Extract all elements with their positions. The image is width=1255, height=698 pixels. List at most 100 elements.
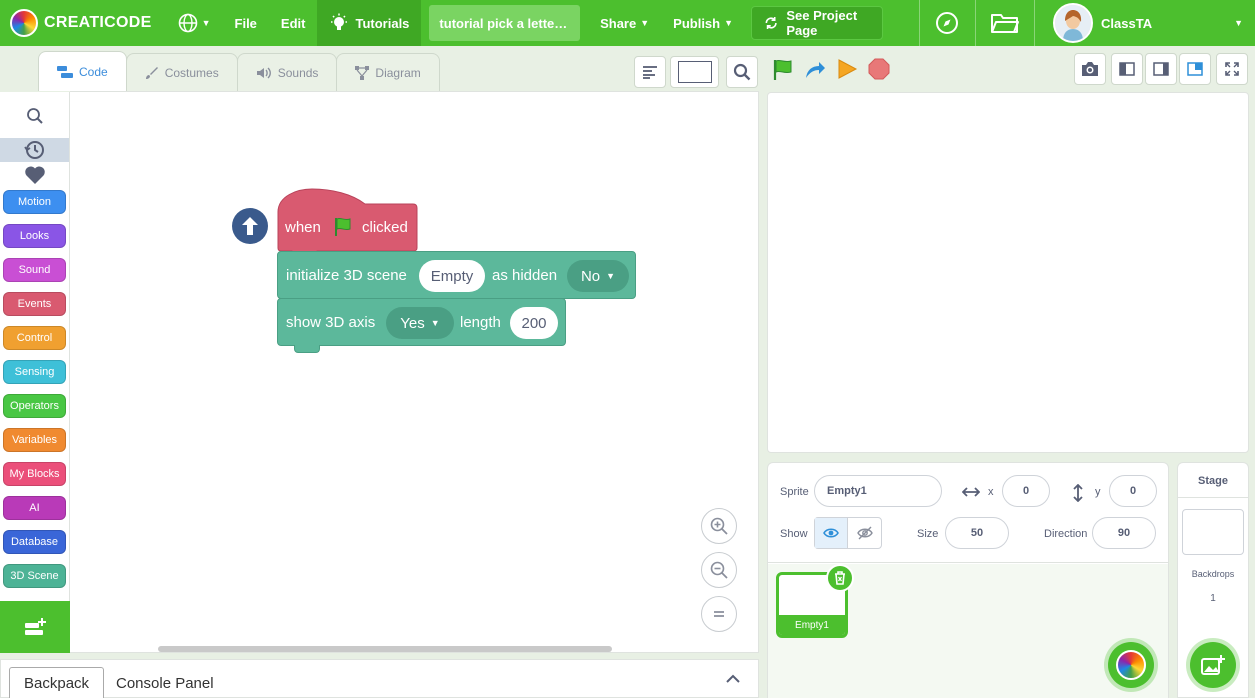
search-box [677, 61, 712, 83]
axis-visible-dropdown[interactable]: Yes ▼ [386, 307, 454, 339]
delete-sprite-button[interactable] [826, 564, 854, 592]
y-input[interactable]: 0 [1109, 475, 1157, 507]
scene-type-input[interactable]: Empty [419, 260, 485, 292]
block-search-field[interactable] [670, 56, 719, 88]
add-extension-icon [25, 618, 46, 635]
zoom-out-icon [710, 561, 728, 579]
category-3d-scene-button[interactable]: 3D Scene [3, 564, 66, 588]
horizontal-arrows-icon [962, 487, 980, 497]
clean-up-button[interactable] [634, 56, 666, 88]
file-menu[interactable]: File [223, 0, 269, 46]
fullscreen-button[interactable] [1216, 53, 1248, 85]
edit-menu[interactable]: Edit [269, 0, 318, 46]
sprite-label: Sprite [780, 486, 809, 498]
hidden-value: No [580, 267, 601, 285]
zoom-in-button[interactable] [701, 508, 737, 544]
category-database-button[interactable]: Database [3, 530, 66, 554]
category-operators-button[interactable]: Operators [3, 394, 66, 418]
play-icon[interactable] [836, 58, 858, 80]
hide-sprite-button[interactable] [848, 518, 881, 548]
stage-thumbnail[interactable] [1182, 509, 1244, 555]
category-variables-button[interactable]: Variables [3, 428, 66, 452]
tab-backpack[interactable]: Backpack [9, 667, 105, 698]
large-stage-button[interactable] [1179, 53, 1211, 85]
favorites-button[interactable] [0, 162, 69, 188]
tab-code[interactable]: Code [38, 51, 127, 91]
brand-logo[interactable]: CREATICODE [0, 9, 166, 37]
fullscreen-icon [1225, 62, 1239, 76]
recent-blocks-button[interactable] [0, 138, 69, 162]
category-events-button[interactable]: Events [3, 292, 66, 316]
show-label: Show [780, 528, 808, 540]
code-workspace[interactable] [70, 91, 759, 653]
length-label: length [460, 314, 501, 331]
user-avatar-icon [1055, 5, 1092, 41]
stage-canvas[interactable] [767, 92, 1249, 453]
category-ai-button[interactable]: AI [3, 496, 66, 520]
initialize-3d-scene-block[interactable]: initialize 3D scene Empty as hidden No ▼ [277, 251, 636, 299]
caret-down-icon: ▼ [430, 318, 440, 328]
search-icon [26, 108, 43, 124]
share-menu[interactable]: Share ▼ [588, 0, 661, 46]
stop-icon[interactable] [868, 58, 890, 80]
tab-console-panel[interactable]: Console Panel [102, 667, 228, 698]
account-menu[interactable]: ClassTA ▼ [1035, 0, 1255, 46]
globe-icon [178, 13, 197, 33]
speaker-icon [256, 67, 271, 78]
show-sprite-button[interactable] [815, 518, 849, 548]
axis-visible-value: Yes [400, 314, 425, 332]
horizontal-scrollbar[interactable] [158, 646, 612, 652]
add-extension-button[interactable] [0, 601, 70, 653]
category-my-blocks-button[interactable]: My Blocks [3, 462, 66, 486]
category-looks-button[interactable]: Looks [3, 224, 66, 248]
tutorials-button[interactable]: Tutorials [317, 0, 422, 46]
tab-diagram[interactable]: Diagram [336, 53, 440, 91]
publish-menu[interactable]: Publish ▼ [661, 0, 745, 46]
when-label: when [285, 219, 321, 236]
search-icon [733, 63, 751, 81]
script-collapse-button[interactable] [232, 208, 268, 244]
sprite-card-name: Empty1 [779, 615, 845, 635]
show-3d-axis-block[interactable]: show 3D axis Yes ▼ length 200 [277, 298, 566, 346]
tab-costumes[interactable]: Costumes [125, 53, 238, 91]
normal-stage-button[interactable] [1145, 53, 1177, 85]
arrow-up-icon [242, 217, 258, 235]
editor-tabs: Code Costumes Sounds Diagram [38, 51, 440, 91]
small-stage-button[interactable] [1111, 53, 1143, 85]
project-title-input[interactable]: tutorial pick a letter step ... [429, 5, 581, 41]
explore-button[interactable] [919, 0, 975, 46]
publish-label: Publish [673, 15, 721, 31]
sprite-name-input[interactable]: Empty1 [814, 475, 942, 507]
backdrops-label: Backdrops [1191, 569, 1235, 579]
camera-icon [1082, 62, 1098, 76]
username: ClassTA [1101, 15, 1153, 31]
visibility-toggle [814, 517, 882, 549]
zoom-out-button[interactable] [701, 552, 737, 588]
category-control-button[interactable]: Control [3, 326, 66, 350]
direction-input[interactable]: 90 [1092, 517, 1156, 549]
category-sensing-button[interactable]: Sensing [3, 360, 66, 384]
chevron-up-icon[interactable] [725, 674, 741, 684]
tab-code-label: Code [79, 64, 108, 79]
category-motion-button[interactable]: Motion [3, 190, 66, 214]
my-stuff-button[interactable] [976, 0, 1034, 46]
zoom-reset-button[interactable] [701, 596, 737, 632]
add-backdrop-icon [1201, 655, 1225, 675]
choose-sprite-button[interactable] [1108, 642, 1154, 688]
language-menu[interactable]: ▼ [166, 0, 223, 46]
size-input[interactable]: 50 [945, 517, 1009, 549]
category-sound-button[interactable]: Sound [3, 258, 66, 282]
choose-backdrop-button[interactable] [1190, 642, 1236, 688]
step-icon[interactable] [803, 58, 827, 82]
search-blocks-button[interactable] [0, 102, 69, 130]
hidden-dropdown[interactable]: No ▼ [567, 260, 629, 292]
x-label: x [988, 486, 994, 498]
green-flag-icon[interactable] [771, 58, 795, 82]
axis-length-input[interactable]: 200 [510, 307, 558, 339]
trash-icon [835, 571, 845, 585]
tab-sounds[interactable]: Sounds [236, 53, 338, 91]
search-button[interactable] [726, 56, 758, 88]
screenshot-button[interactable] [1074, 53, 1106, 85]
see-project-page-button[interactable]: See Project Page [751, 6, 884, 40]
x-input[interactable]: 0 [1002, 475, 1050, 507]
